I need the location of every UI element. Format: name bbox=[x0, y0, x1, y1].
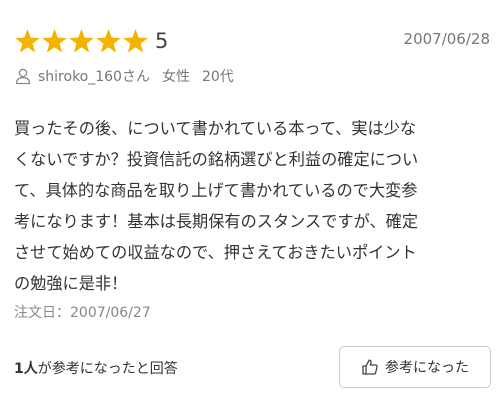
helpful-count: 1人が参考になったと回答 bbox=[14, 358, 178, 378]
review-body-line: くないですか？投資信託の銘柄選びと利益の確定につい bbox=[14, 150, 419, 169]
rating-score: 5 bbox=[155, 28, 169, 53]
star-icon bbox=[69, 28, 94, 53]
star-rating bbox=[14, 28, 149, 55]
order-date: 注文日：2007/06/27 bbox=[14, 302, 151, 322]
helpful-count-suffix: が参考になったと回答 bbox=[37, 361, 178, 377]
user-icon bbox=[15, 68, 31, 85]
review-body: 買ったその後、について書かれている本って、実は少な くないですか？投資信託の銘柄選… bbox=[14, 113, 496, 299]
rating: 5 bbox=[14, 26, 168, 56]
review-body-line: の勉強に是非！ bbox=[14, 274, 128, 293]
reviewer-info: shiroko_160さん 女性 20代 bbox=[14, 64, 234, 88]
review-card: 5 2007/06/28 shiroko_160さん 女性 20代 買ったその後… bbox=[0, 0, 504, 415]
star-icon bbox=[96, 28, 121, 53]
reviewer-name: shiroko_160さん bbox=[38, 69, 150, 85]
review-body-line: て、具体的な商品を取り上げて書かれているので大変参 bbox=[14, 181, 418, 200]
order-date-value: 2007/06/27 bbox=[70, 305, 151, 321]
reviewer-age: 20代 bbox=[201, 69, 234, 85]
helpful-count-number: 1人 bbox=[14, 361, 38, 377]
thumbs-up-icon bbox=[362, 359, 378, 375]
review-body-line: 買ったその後、について書かれている本って、実は少な bbox=[14, 119, 417, 138]
star-icon bbox=[15, 28, 40, 53]
reviewer-gender: 女性 bbox=[161, 69, 190, 85]
star-icon bbox=[123, 28, 148, 53]
star-icon bbox=[42, 28, 67, 53]
review-date: 2007/06/28 bbox=[403, 30, 490, 48]
helpful-button-label: 参考になった bbox=[385, 360, 469, 376]
order-date-label: 注文日： bbox=[14, 305, 70, 321]
review-body-line: 考になります！基本は長期保有のスタンスですが、確定 bbox=[14, 212, 419, 231]
helpful-button[interactable]: 参考になった bbox=[339, 346, 491, 388]
review-body-line: させて始めての収益なので、押さえておきたいポイント bbox=[14, 243, 417, 262]
